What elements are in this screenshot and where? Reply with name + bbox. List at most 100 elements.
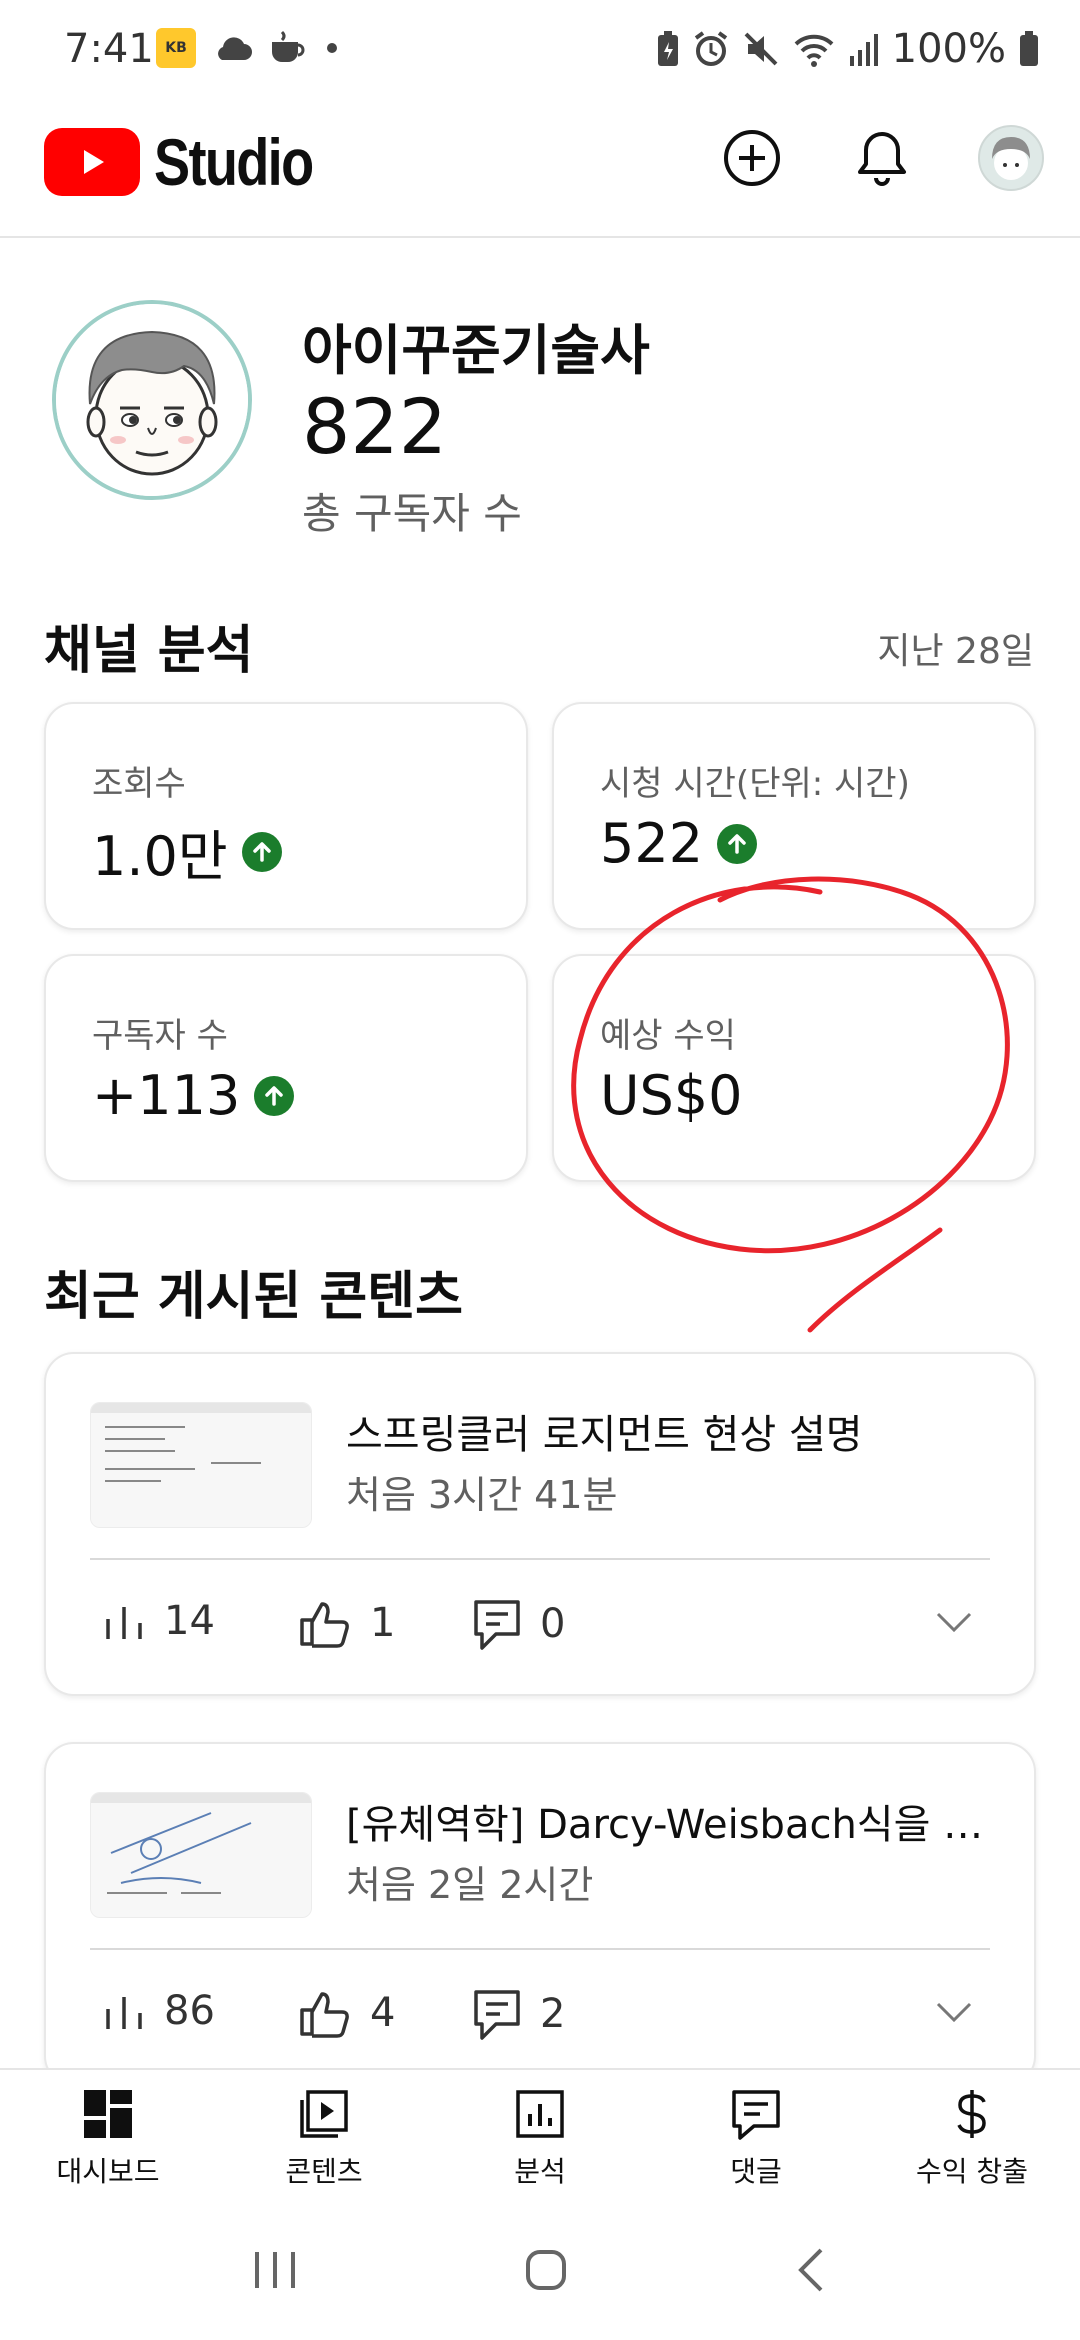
bar-chart-icon [106,1607,142,1639]
nav-dashboard[interactable]: 대시보드 [0,2070,216,2200]
system-navigation [0,2200,1080,2340]
alarm-icon [694,31,727,66]
nav-analytics[interactable]: 분석 [432,2070,648,2200]
chevron-down-icon[interactable] [934,1610,974,1634]
dollar-icon [957,2090,986,2138]
nav-label: 대시보드 [56,2155,160,2188]
logo-text: Studio [154,125,314,199]
mute-icon [744,32,778,66]
youtube-play-icon [44,128,140,196]
recent-section-title: 최근 게시된 콘텐츠 [44,1267,463,1327]
stat-value-row: +113 [92,1064,295,1127]
status-bar: 7:41 KB 100% [0,0,1080,100]
video-thumbnail [90,1402,312,1528]
stat-label: 조회수 [92,764,186,804]
views-count: 86 [164,1988,215,2034]
stat-value-row: 522 [600,812,758,875]
stat-label: 구독자 수 [92,1016,228,1056]
bar-chart-icon [106,1997,142,2029]
bell-icon [858,132,906,186]
stat-value-row: US$0 [600,1064,743,1127]
comment-icon [474,1600,520,1650]
channel-avatar[interactable] [52,300,252,500]
views-metric: 14 [102,1598,215,1644]
dashboard-icon [84,2090,132,2138]
youtube-studio-logo[interactable]: Studio [44,124,347,200]
views-metric: 86 [102,1988,215,2034]
cloud-icon [218,37,252,60]
subscriber-count: 822 [302,382,448,471]
nav-label: 댓글 [730,2155,782,2188]
content-card[interactable]: 스프링클러 로지먼트 현상 설명 처음 3시간 41분 14 1 0 [44,1352,1036,1696]
status-right-icons: 100% [656,26,1040,72]
app-bar: Studio [0,100,1080,238]
stat-value: +113 [92,1064,241,1127]
channel-profile: 아이꾸준기술사 822 총 구독자 수 [52,300,1032,540]
status-left-icons: KB [156,28,340,68]
kb-app-icon: KB [156,28,196,68]
views-count: 14 [164,1598,215,1644]
likes-count: 1 [370,1600,396,1646]
video-age: 처음 2일 2시간 [346,1863,594,1907]
account-avatar[interactable] [978,125,1044,191]
nav-label: 분석 [514,2155,566,2188]
trend-up-icon [254,1075,295,1116]
content-card[interactable]: [유체역학] Darcy-Weisbach식을 유도해보자 처음 2일 2시간 … [44,1742,1036,2086]
stat-value: 1.0만 [92,825,228,888]
video-title: [유체역학] Darcy-Weisbach식을 유도해보자 [346,1802,996,1848]
stat-value: 522 [600,812,704,875]
signal-icon [849,34,878,66]
stat-value: US$0 [600,1064,743,1127]
stat-label: 예상 수익 [600,1016,736,1056]
analytics-period: 지난 28일 [877,631,1034,672]
recent-apps-icon[interactable] [251,2248,299,2292]
comment-icon [474,1990,520,2040]
divider [90,1558,990,1560]
nav-monetization[interactable]: 수익 창출 [864,2070,1080,2200]
nav-comments[interactable]: 댓글 [648,2070,864,2200]
video-title: 스프링클러 로지먼트 현상 설명 [346,1412,863,1458]
analytics-icon [516,2090,564,2138]
video-age: 처음 3시간 41분 [346,1473,618,1517]
content-icon [300,2090,348,2138]
bottom-navigation: 대시보드 콘텐츠 분석 댓글 수익 창출 [0,2068,1080,2200]
chevron-down-icon[interactable] [934,2000,974,2024]
status-time: 7:41 [64,26,154,72]
comments-metric: 2 [472,1988,565,2040]
stat-card-watch-time[interactable]: 시청 시간(단위: 시간) 522 [552,702,1036,930]
add-circle-icon [724,130,780,186]
comments-icon [732,2090,780,2140]
thumbs-up-icon [300,1992,349,2038]
coffee-icon [272,30,305,62]
nav-label: 수익 창출 [916,2155,1028,2188]
notifications-button[interactable] [848,124,916,192]
dot-icon [327,43,337,53]
comments-count: 0 [540,1601,566,1647]
nav-content[interactable]: 콘텐츠 [216,2070,432,2200]
stat-label: 시청 시간(단위: 시간) [600,764,910,804]
comments-metric: 0 [472,1598,565,1650]
stat-card-subscribers[interactable]: 구독자 수 +113 [44,954,528,1182]
create-button[interactable] [718,124,786,192]
battery-icon [1020,31,1038,66]
trend-up-icon [717,823,758,864]
analytics-section-title: 채널 분석 [44,621,254,681]
app-bar-actions [718,124,1044,192]
wifi-icon [794,34,834,67]
home-icon[interactable] [522,2246,570,2294]
likes-metric: 1 [298,1598,395,1648]
stat-card-revenue[interactable]: 예상 수익 US$0 [552,954,1036,1182]
video-thumbnail [90,1792,312,1918]
nav-label: 콘텐츠 [285,2155,363,2188]
likes-metric: 4 [298,1988,395,2038]
back-icon[interactable] [793,2246,829,2294]
trend-up-icon [241,831,282,872]
divider [90,1948,990,1950]
channel-name: 아이꾸준기술사 [302,319,650,382]
stat-value-row: 1.0만 [92,812,282,891]
subscriber-label: 총 구독자 수 [302,489,522,538]
battery-percent: 100% [891,26,1006,72]
stat-card-views[interactable]: 조회수 1.0만 [44,702,528,930]
battery-saver-icon [657,31,678,66]
comments-count: 2 [540,1991,566,2037]
